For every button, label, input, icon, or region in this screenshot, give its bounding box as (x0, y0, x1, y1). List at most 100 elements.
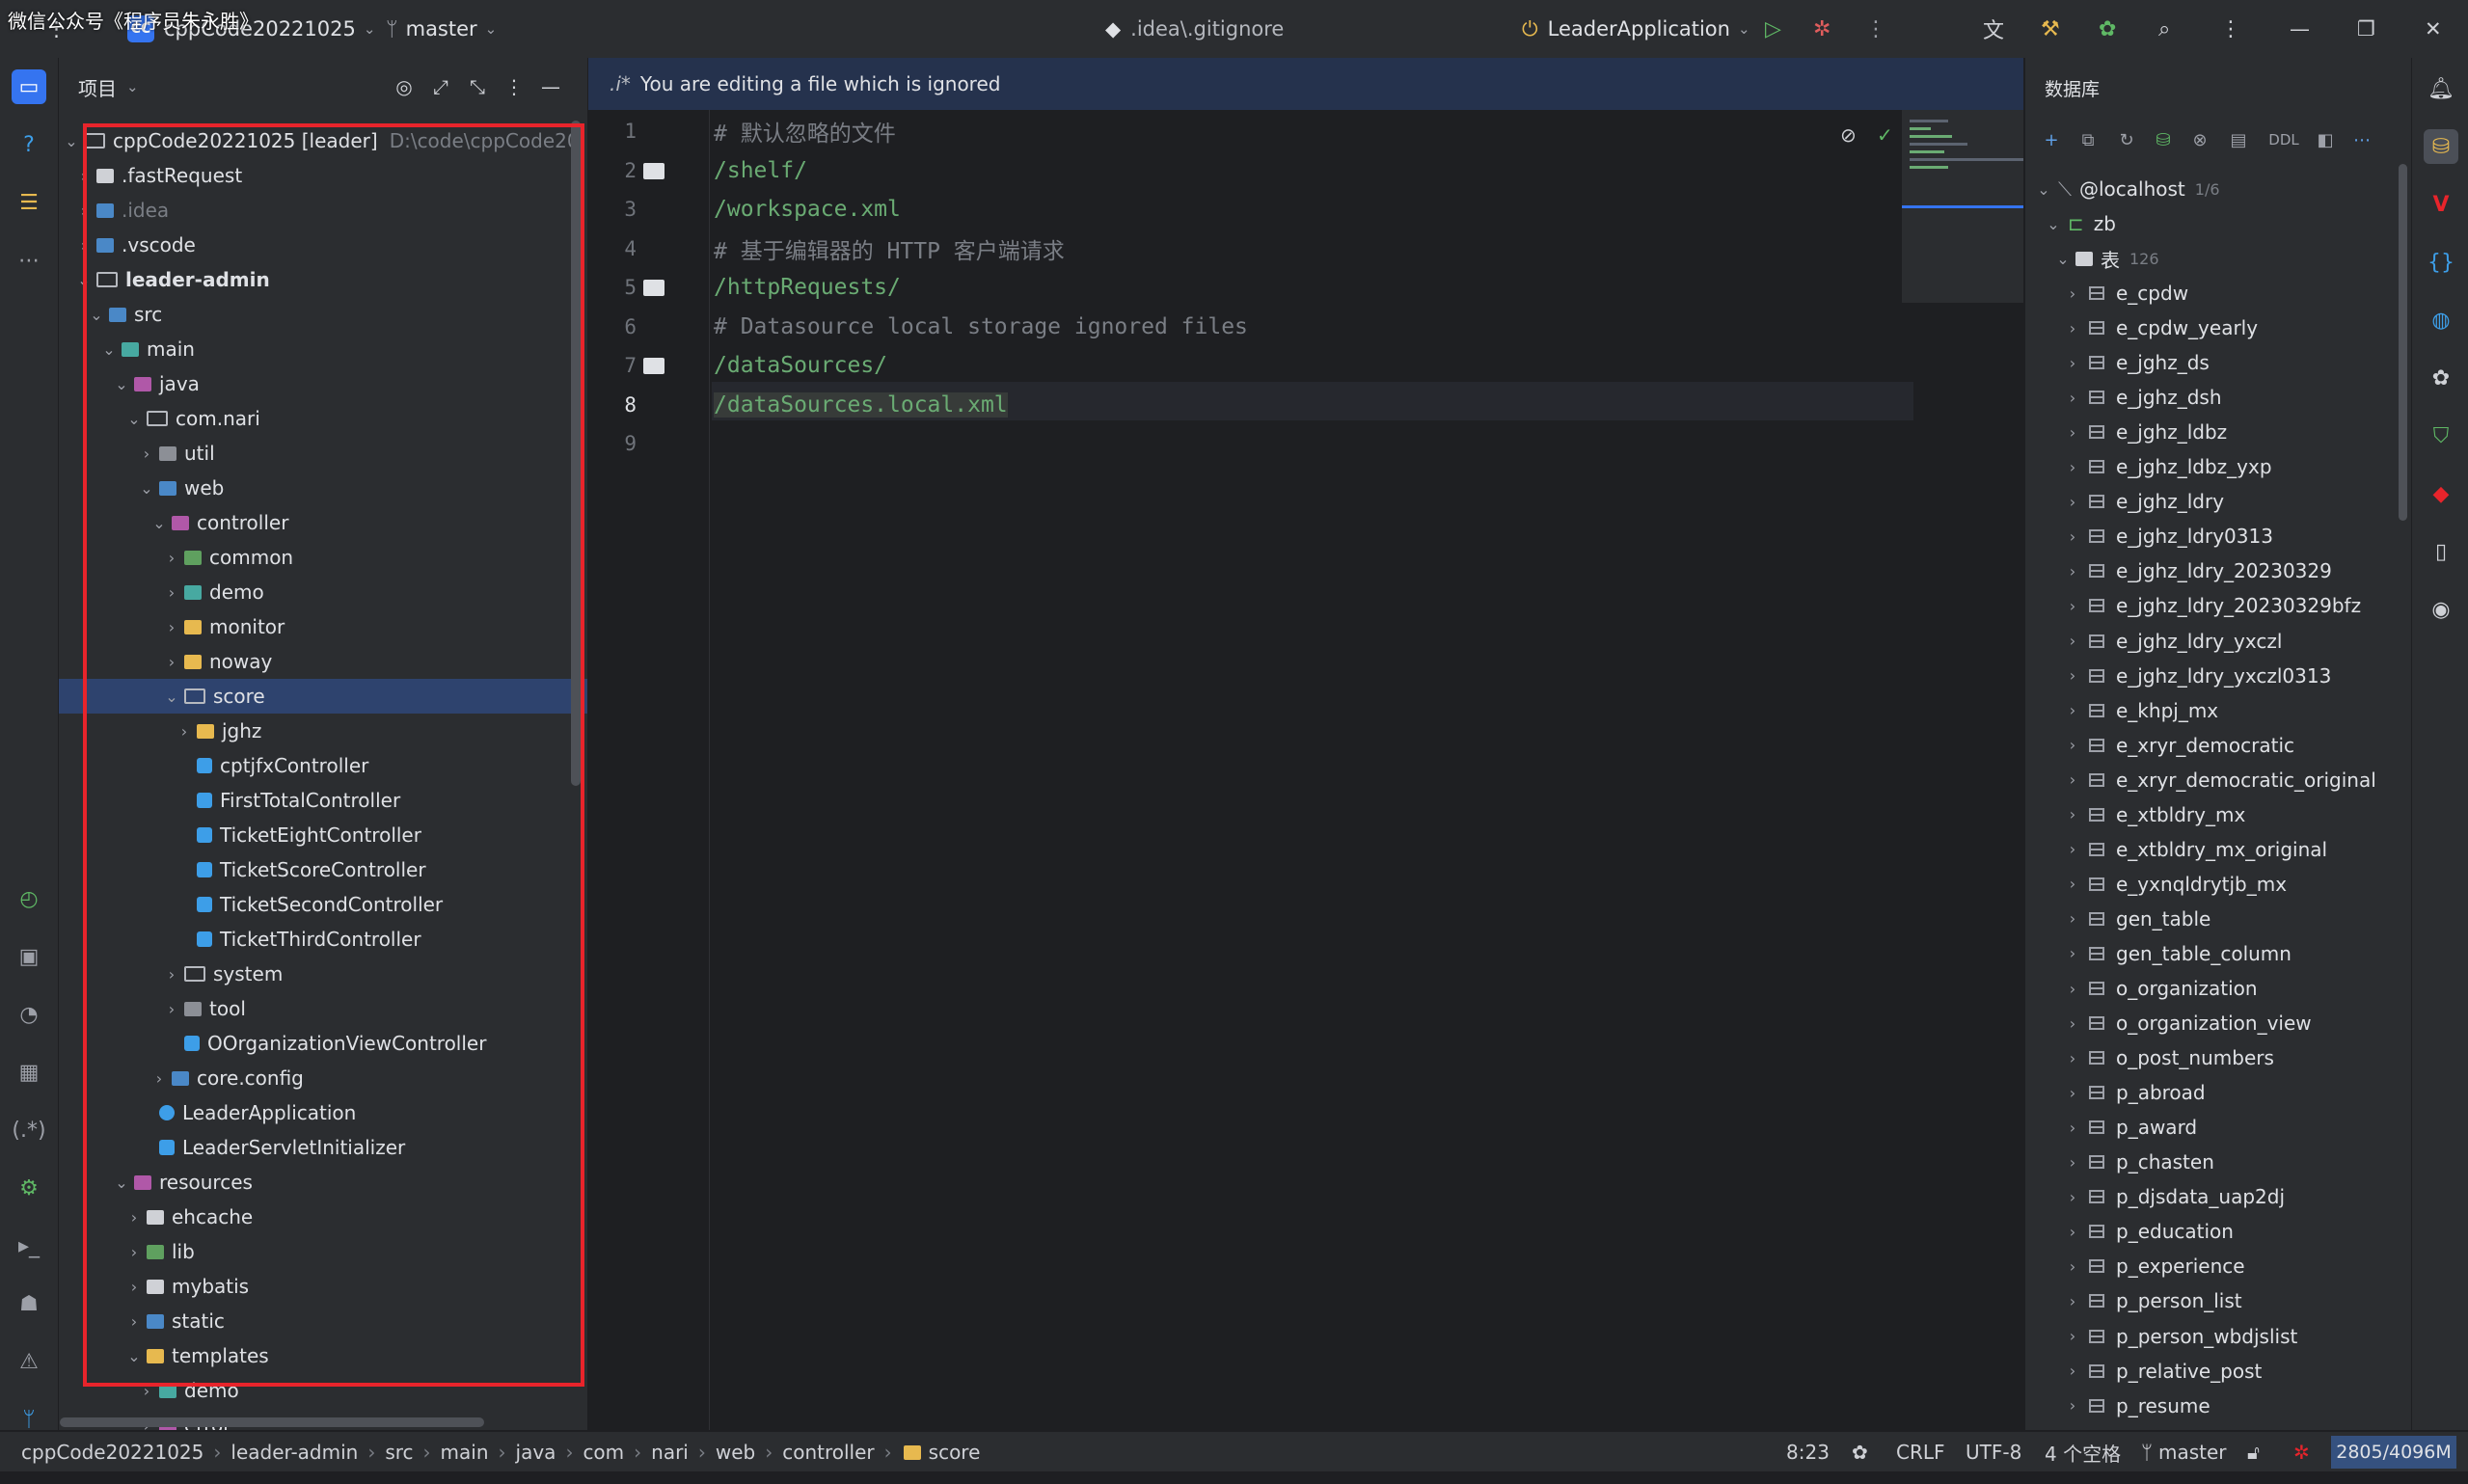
db-table-node[interactable]: › e_xryr_democratic_original (2025, 763, 2401, 797)
maximize-button[interactable]: ❐ (2357, 0, 2375, 58)
settings-menu-icon[interactable]: ⋮ (2220, 0, 2241, 58)
tree-node[interactable]: TicketEightController (59, 818, 587, 852)
chevron-right-icon[interactable]: › (2062, 701, 2083, 719)
chevron-right-icon[interactable]: › (2062, 1396, 2083, 1415)
locate-file-icon[interactable]: ◎ (389, 71, 420, 102)
chevron-right-icon[interactable]: › (2062, 805, 2083, 823)
chevron-right-icon[interactable]: › (2062, 840, 2083, 858)
tree-node[interactable]: › common (59, 540, 587, 575)
chevron-right-icon[interactable]: › (2062, 284, 2083, 303)
run-config-selector[interactable]: ⏻ LeaderApplication ⌄ (1522, 0, 1750, 58)
json-icon[interactable]: {} (2424, 245, 2458, 280)
chevron-down-icon[interactable]: ⌄ (123, 410, 145, 428)
chevron-right-icon[interactable]: › (2062, 319, 2083, 337)
ai-chat-icon[interactable]: ✿ (2424, 361, 2458, 395)
chevron-right-icon[interactable]: › (2062, 1223, 2083, 1241)
tree-node[interactable]: › monitor (59, 609, 587, 644)
db-table-node[interactable]: › e_xtbldry_mx (2025, 797, 2401, 832)
chevron-right-icon[interactable]: › (2062, 944, 2083, 962)
file-encoding[interactable]: UTF-8 (1966, 1432, 2021, 1472)
debug-icon[interactable]: ✲ (1813, 0, 1831, 58)
db-table-node[interactable]: › p_person_list (2025, 1283, 2401, 1318)
tree-node[interactable]: LeaderApplication (59, 1095, 587, 1130)
tree-node[interactable]: TicketThirdController (59, 922, 587, 957)
tree-node[interactable]: ⌄ templates (59, 1338, 587, 1373)
chevron-right-icon[interactable]: › (2062, 1049, 2083, 1067)
chevron-right-icon[interactable]: › (2062, 458, 2083, 476)
db-properties-icon[interactable]: ⛁ (2149, 125, 2178, 154)
chevron-right-icon[interactable]: › (123, 1208, 145, 1227)
chevron-right-icon[interactable]: › (73, 167, 95, 185)
db-table-node[interactable]: › e_xryr_democratic (2025, 728, 2401, 763)
chevron-right-icon[interactable]: › (2062, 597, 2083, 615)
tree-node[interactable]: ⌄ cppCode20221025 [leader] D:\code\cppCode… (59, 123, 587, 158)
tree-node[interactable]: cptjfxController (59, 748, 587, 783)
ai-status-icon[interactable]: ✿ (1852, 1432, 1868, 1472)
chevron-right-icon[interactable]: › (123, 1312, 145, 1331)
chevron-right-icon[interactable]: › (2062, 1362, 2083, 1380)
chevron-right-icon[interactable]: › (73, 202, 95, 220)
build-tools-icon[interactable]: ⚒ (2041, 0, 2060, 58)
tree-node[interactable]: ⌄ leader-admin (59, 262, 587, 297)
chevron-down-icon[interactable]: ⌄ (111, 1174, 132, 1192)
db-table-node[interactable]: › p_experience (2025, 1249, 2401, 1283)
tree-node[interactable]: ⌄ web (59, 471, 587, 505)
copy-icon[interactable]: ⧉ (2074, 125, 2102, 154)
search-icon[interactable]: ⌕ (2158, 0, 2170, 58)
db-table-node[interactable]: › p_relative_post (2025, 1354, 2401, 1389)
run-icon[interactable]: ▷ (1765, 0, 1781, 58)
debug-tool-icon[interactable]: ☗ (12, 1286, 46, 1321)
chevron-right-icon[interactable]: › (2062, 354, 2083, 372)
chevron-right-icon[interactable]: › (161, 583, 182, 602)
tree-node[interactable]: TicketSecondController (59, 887, 587, 922)
gutter-folder-icon[interactable] (643, 162, 664, 179)
tree-node[interactable]: › lib (59, 1234, 587, 1269)
db-table-node[interactable]: › e_xtbldry_mx_original (2025, 832, 2401, 867)
structure-icon[interactable]: ☰ (12, 185, 46, 220)
github-icon[interactable]: ◉ (2424, 592, 2458, 627)
chevron-right-icon[interactable]: › (123, 1278, 145, 1296)
breadcrumb-item[interactable]: leader-admin (231, 1441, 358, 1464)
chevron-down-icon[interactable]: ⌄ (98, 340, 120, 359)
breadcrumb-item[interactable]: src (385, 1441, 413, 1464)
chevron-right-icon[interactable]: › (174, 722, 195, 741)
gutter-folder-icon[interactable] (643, 358, 664, 374)
tree-node[interactable]: › demo (59, 1373, 587, 1408)
disconnect-icon[interactable]: ⊗ (2185, 125, 2214, 154)
tree-node[interactable]: ⌄ resources (59, 1165, 587, 1200)
breadcrumb-item[interactable]: main (441, 1441, 489, 1464)
db-table-node[interactable]: › e_jghz_ldbz (2025, 415, 2401, 449)
tree-node[interactable]: LeaderServletInitializer (59, 1130, 587, 1165)
bookmarks-icon[interactable]: ▣ (12, 939, 46, 974)
security-shield-icon[interactable]: ⛉ (2424, 418, 2458, 453)
hide-inlay-icon[interactable]: ⊘ (1840, 123, 1857, 147)
tree-node[interactable]: TicketScoreController (59, 852, 587, 887)
excel-icon[interactable]: ▦ (12, 1055, 46, 1090)
chevron-right-icon[interactable]: › (2062, 909, 2083, 928)
close-button[interactable]: ✕ (2425, 0, 2442, 58)
tree-node[interactable]: › tool (59, 991, 587, 1026)
code-minimap[interactable] (1902, 110, 2023, 303)
add-datasource-icon[interactable]: + (2037, 125, 2066, 154)
tree-node[interactable]: ⌄ main (59, 332, 587, 366)
minimize-button[interactable]: — (2290, 0, 2310, 58)
chevron-right-icon[interactable]: › (161, 618, 182, 636)
db-table-node[interactable]: › o_organization (2025, 971, 2401, 1006)
console-icon[interactable]: ◧ (2311, 125, 2340, 154)
chevron-right-icon[interactable]: › (2062, 423, 2083, 442)
breadcrumb-item[interactable]: cppCode20221025 (21, 1441, 203, 1464)
tree-node[interactable]: › core.config (59, 1061, 587, 1095)
tree-node[interactable]: ⌄ controller (59, 505, 587, 540)
help-icon[interactable]: ? (12, 127, 46, 162)
tree-node[interactable]: ⌄ java (59, 366, 587, 401)
chevron-right-icon[interactable]: › (136, 1382, 157, 1400)
chevron-down-icon[interactable]: ⌄ (73, 271, 95, 289)
options-icon[interactable]: ⋮ (499, 71, 529, 102)
tree-node[interactable]: › mybatis (59, 1269, 587, 1304)
breadcrumb-item[interactable]: nari (651, 1441, 689, 1464)
terminal-icon[interactable]: ▸_ (12, 1228, 46, 1263)
db-table-node[interactable]: › p_djsdata_uap2dj (2025, 1179, 2401, 1214)
table-view-icon[interactable]: ▤ (2224, 125, 2253, 154)
db-more-icon[interactable]: ⋯ (2347, 125, 2376, 154)
chevron-right-icon[interactable]: › (161, 653, 182, 671)
